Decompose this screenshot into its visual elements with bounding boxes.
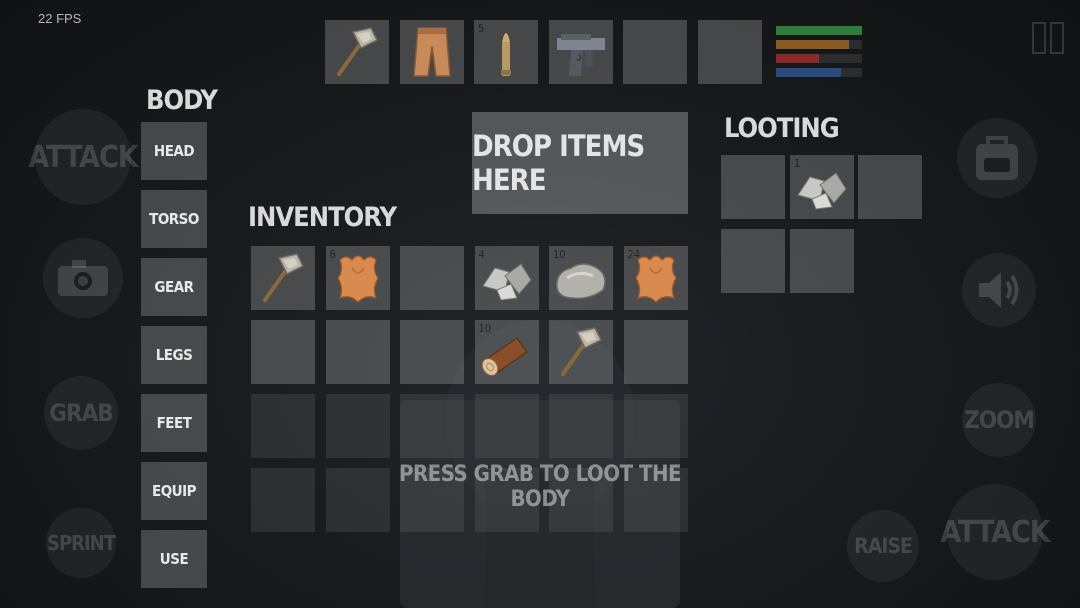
- inventory-slot[interactable]: 10: [474, 320, 539, 384]
- pistol-icon: [556, 34, 605, 76]
- body-slot-legs[interactable]: LEGS: [141, 326, 207, 384]
- sprint-label: SPRINT: [46, 531, 116, 555]
- zoom-label: ZOOM: [964, 406, 1035, 434]
- hotbar-slot[interactable]: [697, 20, 762, 84]
- looting-slot[interactable]: [721, 155, 785, 219]
- inventory-heading: INVENTORY: [248, 202, 397, 233]
- item-count: 4: [478, 248, 485, 261]
- attack-button-left[interactable]: ATTACK: [28, 109, 139, 205]
- item-count: 10: [478, 322, 492, 335]
- inventory-slot[interactable]: [325, 394, 390, 458]
- attack-button-right[interactable]: ATTACK: [940, 484, 1051, 580]
- hotbar-slot[interactable]: [399, 20, 464, 84]
- inventory-slot[interactable]: [474, 394, 539, 458]
- body-slot-feet[interactable]: FEET: [141, 394, 207, 452]
- status-bar: [776, 40, 862, 49]
- status-bar: [776, 68, 862, 77]
- body-slot-gear[interactable]: GEAR: [141, 258, 207, 316]
- hotbar-slot[interactable]: 5: [474, 20, 538, 84]
- raise-label: RAISE: [854, 534, 913, 558]
- drop-items-zone[interactable]: DROP ITEMS HERE: [472, 112, 688, 214]
- item-count: 6: [329, 248, 336, 261]
- inventory-slot[interactable]: [325, 320, 390, 384]
- backpack-button[interactable]: [957, 118, 1037, 198]
- inventory-slot[interactable]: [623, 320, 688, 384]
- inventory-slot[interactable]: [400, 320, 464, 384]
- stone-hammer-icon: [337, 27, 379, 76]
- stone-hammer-icon: [561, 327, 603, 376]
- inventory-slot[interactable]: [400, 394, 464, 458]
- status-bar: [776, 26, 862, 35]
- stone-hammer-icon: [263, 253, 305, 302]
- inventory-slot[interactable]: [400, 246, 464, 310]
- fps-counter: 22 FPS: [38, 11, 82, 26]
- inventory-slot[interactable]: [251, 320, 315, 384]
- item-count: 5: [478, 22, 485, 35]
- looting-slot[interactable]: [790, 229, 854, 293]
- body-slot-torso[interactable]: TORSO: [141, 190, 207, 248]
- inventory-slot[interactable]: [251, 246, 315, 310]
- backpack-icon: [976, 136, 1018, 180]
- body-slot-head[interactable]: HEAD: [141, 122, 207, 180]
- attack-label: ATTACK: [28, 139, 138, 175]
- grab-button[interactable]: GRAB: [44, 376, 118, 450]
- leather-pants-icon: [412, 27, 451, 77]
- inventory-slot[interactable]: [549, 394, 613, 458]
- looting-slot[interactable]: 1: [790, 155, 854, 219]
- raise-button[interactable]: RAISE: [847, 510, 919, 582]
- speaker-icon: [979, 272, 1019, 308]
- inventory-slot[interactable]: 6: [325, 246, 390, 310]
- inventory-slot[interactable]: [623, 394, 688, 458]
- looting-slot[interactable]: [858, 155, 922, 219]
- camera-button[interactable]: [43, 238, 123, 318]
- inventory-slot[interactable]: 10: [549, 246, 613, 310]
- inventory-slot[interactable]: [549, 320, 613, 384]
- item-count: 10: [553, 248, 566, 261]
- body-slot-use[interactable]: USE: [141, 530, 207, 588]
- attack-label: ATTACK: [940, 514, 1050, 550]
- sound-button[interactable]: [962, 253, 1036, 327]
- body-slot-equip[interactable]: EQUIP: [141, 462, 207, 520]
- hotbar-slot[interactable]: [623, 20, 687, 84]
- grab-label: GRAB: [49, 399, 114, 427]
- hotbar-slot[interactable]: [548, 20, 613, 84]
- hotbar-slot[interactable]: [325, 20, 389, 84]
- item-count: 1: [794, 157, 801, 170]
- looting-heading: LOOTING: [724, 113, 840, 144]
- body-heading: BODY: [146, 85, 218, 116]
- loot-hint: PRESS GRAB TO LOOT THE BODY: [398, 462, 682, 512]
- pause-icon[interactable]: [1032, 22, 1066, 54]
- camera-icon: [58, 260, 108, 296]
- looting-slot[interactable]: [721, 229, 785, 293]
- inventory-slot[interactable]: 24: [623, 246, 688, 310]
- inventory-slot[interactable]: 4: [474, 246, 539, 310]
- status-bar: [776, 54, 862, 63]
- inventory-slot[interactable]: [251, 394, 315, 458]
- zoom-button[interactable]: ZOOM: [962, 383, 1036, 457]
- sprint-button[interactable]: SPRINT: [46, 508, 116, 578]
- item-count: 24: [627, 248, 641, 261]
- inventory-slot[interactable]: [251, 468, 315, 532]
